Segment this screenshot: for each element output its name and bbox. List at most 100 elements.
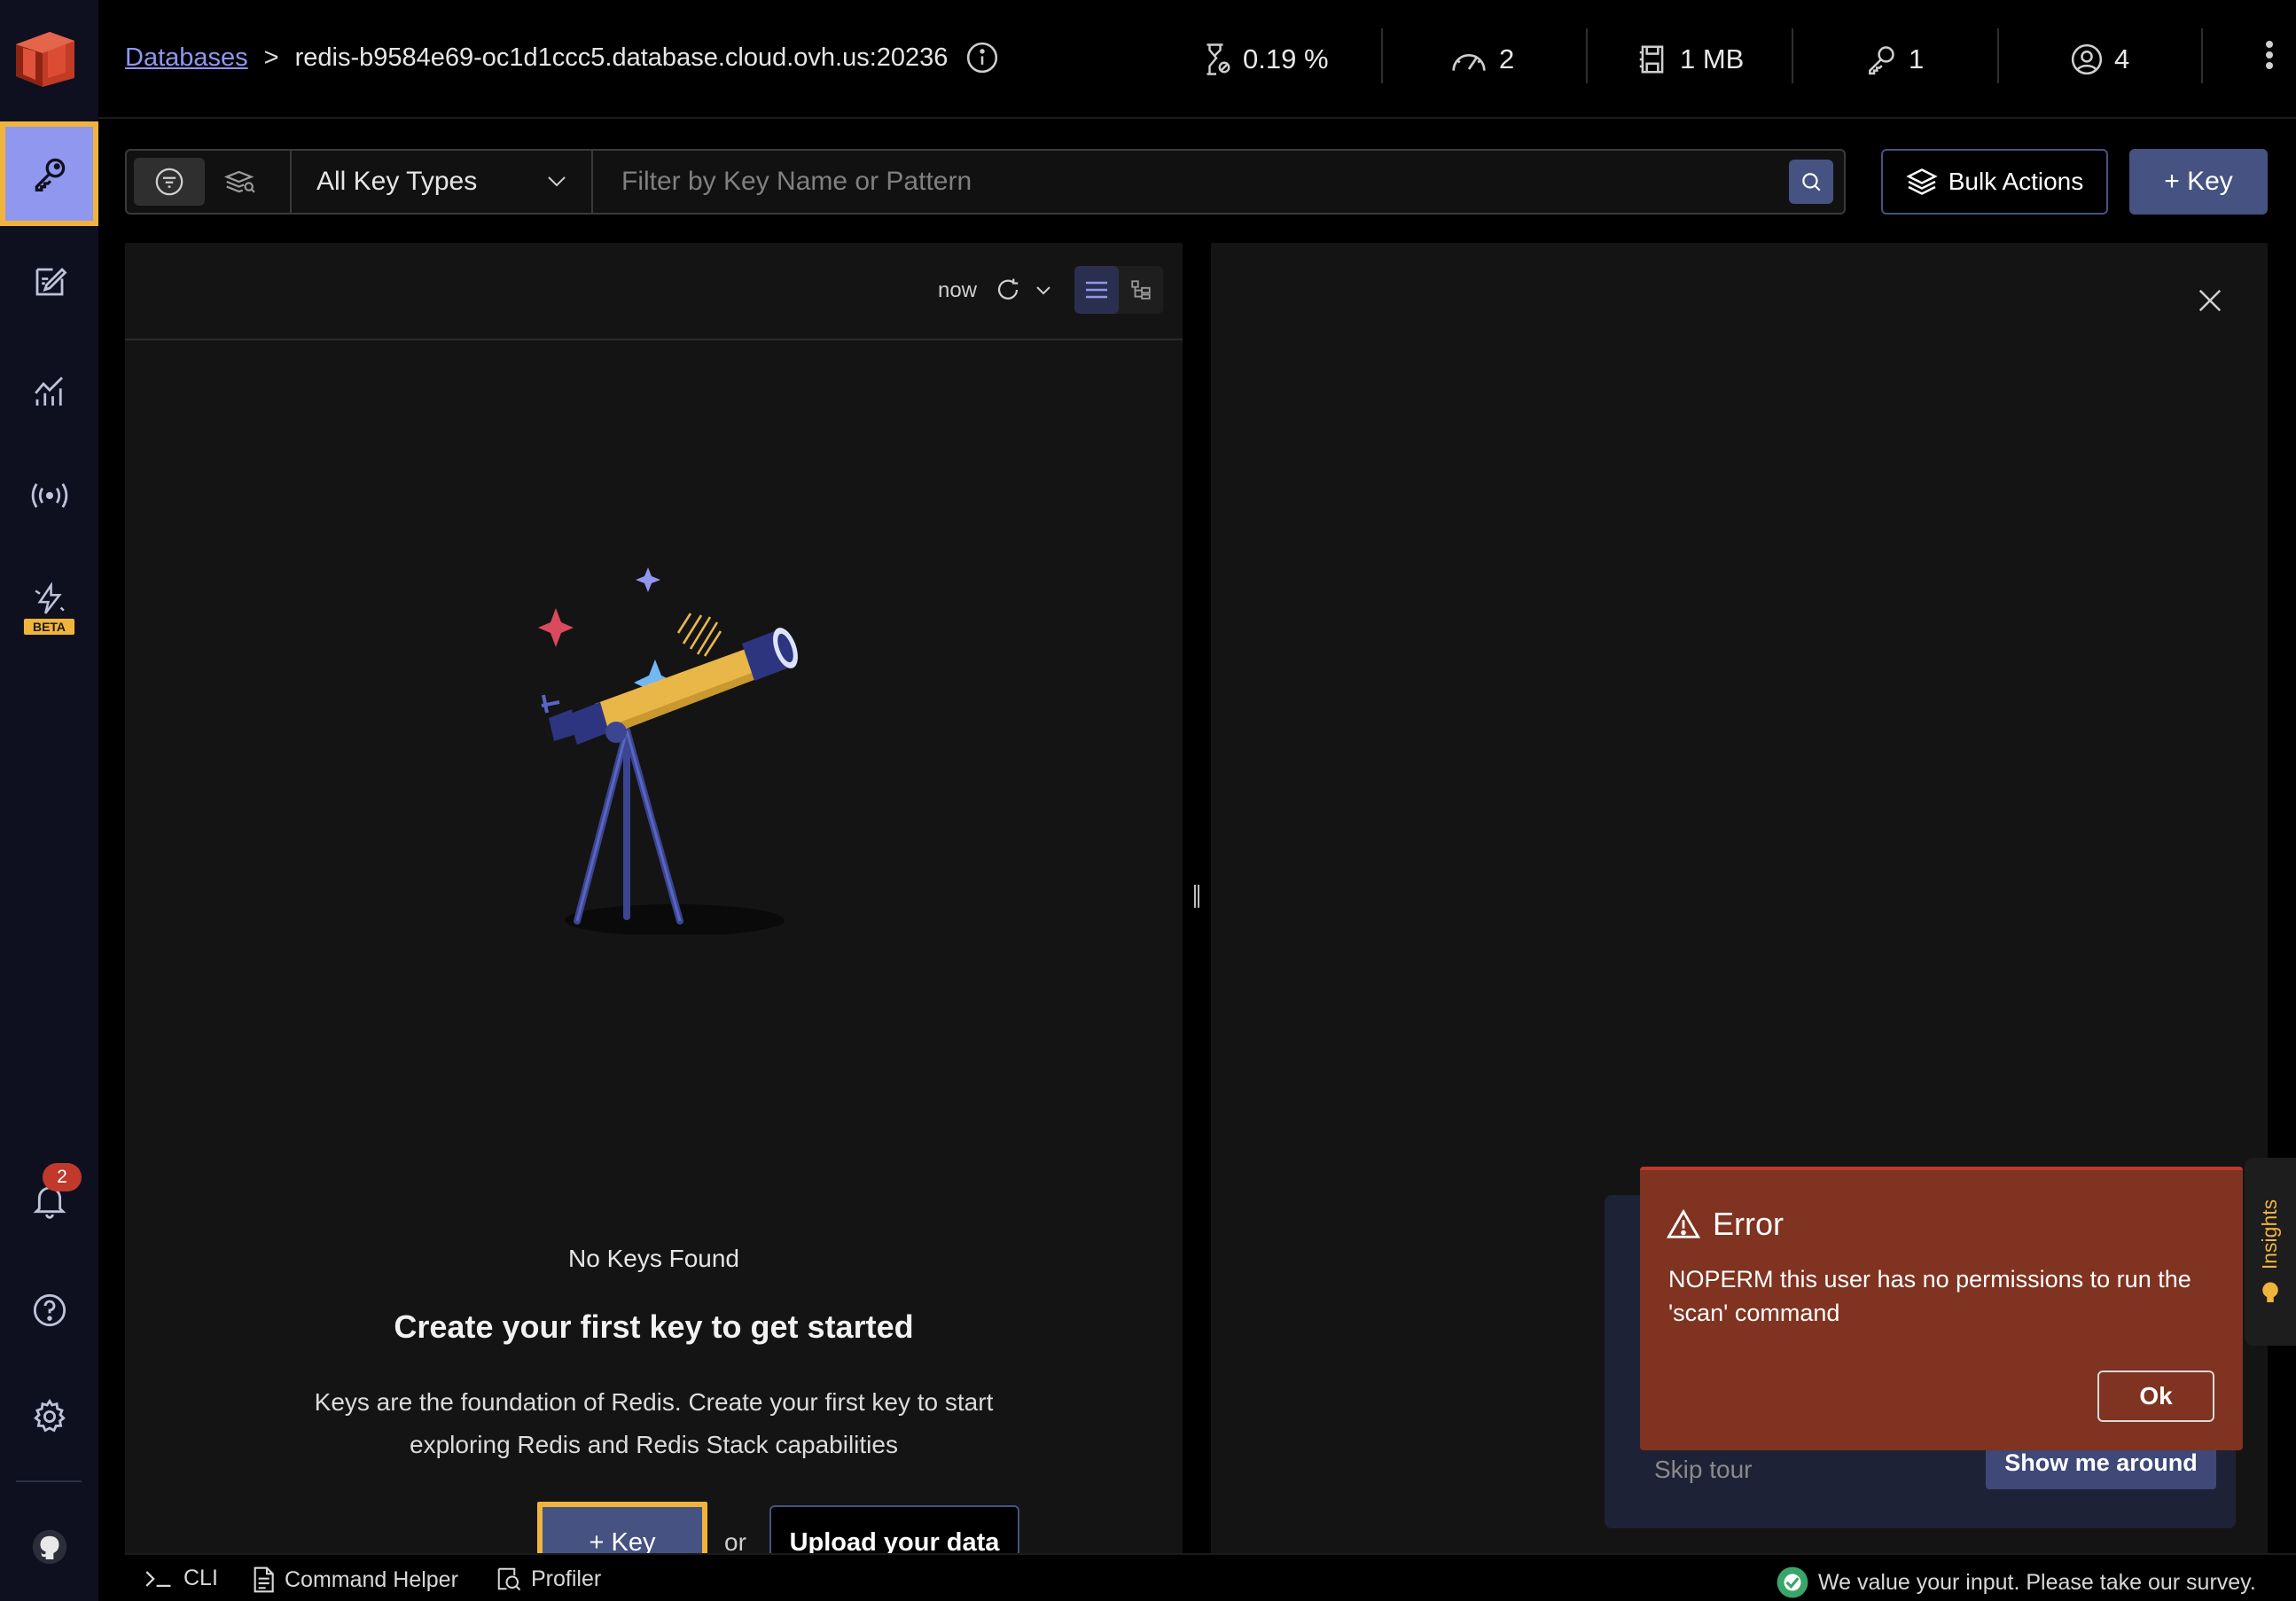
- cli-button[interactable]: CLI: [144, 1566, 218, 1591]
- beta-badge: BETA: [22, 618, 76, 636]
- telescope-illustration: [538, 567, 798, 934]
- breadcrumb-separator: >: [263, 43, 279, 72]
- add-key-button[interactable]: + Key: [2129, 149, 2268, 215]
- insights-tab[interactable]: Insights: [2245, 1158, 2296, 1346]
- sidebar-item-analysis[interactable]: [0, 338, 98, 442]
- cli-label: CLI: [184, 1566, 218, 1590]
- bulk-actions-button[interactable]: Bulk Actions: [1881, 149, 2108, 215]
- lightbulb-icon: [2262, 1282, 2278, 1302]
- breadcrumb-databases-link[interactable]: Databases: [125, 43, 248, 73]
- key-search-input[interactable]: [593, 151, 1789, 213]
- sidebar-item-triggers[interactable]: BETA: [0, 557, 98, 661]
- key-list-header: now: [125, 243, 1183, 340]
- resize-grip-icon: [1194, 885, 1199, 908]
- refresh-icon[interactable]: [995, 277, 1021, 303]
- close-icon[interactable]: [2197, 287, 2223, 314]
- terminal-icon: [145, 1570, 171, 1587]
- empty-state-heading: Create your first key to get started: [394, 1308, 914, 1345]
- bottom-bar: CLI Command Helper Profiler We value you…: [125, 1553, 2296, 1601]
- error-message: NOPERM this user has no permissions to r…: [1668, 1266, 2191, 1326]
- command-helper-button[interactable]: Command Helper: [251, 1566, 458, 1594]
- help-icon: [33, 1293, 66, 1327]
- github-icon: [32, 1529, 66, 1565]
- github-link[interactable]: [0, 1498, 98, 1596]
- layers-icon: [1906, 168, 1938, 195]
- vector-search-mode-button[interactable]: [205, 158, 276, 206]
- insights-label: Insights: [2258, 1199, 2282, 1269]
- pattern-mode-button[interactable]: [134, 158, 205, 206]
- survey-link[interactable]: We value your input. Please take our sur…: [1776, 1566, 2256, 1599]
- more-menu-icon[interactable]: [2264, 39, 2275, 71]
- layers-search-icon: [224, 170, 255, 193]
- edit-icon: [35, 268, 66, 296]
- tree-icon: [1131, 280, 1151, 300]
- help-button[interactable]: [0, 1259, 98, 1362]
- survey-label: We value your input. Please take our sur…: [1818, 1569, 2256, 1595]
- cpu-stat[interactable]: 0.19 %: [1200, 39, 1329, 80]
- info-icon[interactable]: [965, 41, 999, 74]
- broadcast-icon: [31, 483, 67, 508]
- cpu-value: 0.19 %: [1243, 43, 1329, 74]
- stat-divider: [1381, 28, 1383, 83]
- notification-count-badge: 2: [43, 1163, 82, 1191]
- ops-stat[interactable]: 2: [1449, 39, 1514, 80]
- stat-divider: [1586, 28, 1588, 83]
- database-host: redis-b9584e69-oc1d1ccc5.database.cloud.…: [294, 43, 949, 72]
- speedometer-icon: [1452, 53, 1486, 71]
- command-helper-label: Command Helper: [285, 1566, 458, 1592]
- redis-logo-icon[interactable]: [12, 28, 76, 89]
- memory-icon: [1639, 45, 1664, 74]
- clients-value: 4: [2114, 43, 2130, 74]
- list-icon: [1086, 281, 1107, 299]
- document-icon: [254, 1566, 274, 1593]
- ops-value: 2: [1499, 43, 1515, 74]
- top-bar: Databases > redis-b9584e69-oc1d1ccc5.dat…: [98, 0, 2296, 119]
- chevron-down-icon: [548, 176, 566, 187]
- warning-icon: [1667, 1208, 1700, 1238]
- auto-refresh-chevron-icon[interactable]: [1035, 285, 1051, 296]
- breadcrumb: Databases > redis-b9584e69-oc1d1ccc5.dat…: [125, 41, 999, 74]
- hourglass-icon: [1207, 43, 1230, 75]
- skip-tour-button[interactable]: Skip tour: [1654, 1456, 1753, 1484]
- view-toggle: [1074, 266, 1163, 314]
- list-view-button[interactable]: [1074, 266, 1119, 314]
- search-button[interactable]: [1789, 160, 1833, 204]
- stat-divider: [1792, 28, 1793, 83]
- clients-stat[interactable]: 4: [2070, 39, 2129, 80]
- tree-view-button[interactable]: [1119, 266, 1163, 314]
- search-mode-toggle: [127, 151, 292, 213]
- bulk-actions-label: Bulk Actions: [1948, 168, 2084, 195]
- chart-icon: [34, 377, 63, 406]
- empty-state-description: Keys are the foundation of Redis. Create…: [314, 1388, 994, 1458]
- key-type-value: All Key Types: [316, 167, 478, 196]
- memory-value: 1 MB: [1680, 43, 1745, 74]
- search-icon: [1802, 173, 1821, 191]
- sidebar-item-pubsub[interactable]: [0, 443, 98, 548]
- gear-icon: [33, 1398, 66, 1433]
- no-keys-title: No Keys Found: [568, 1245, 739, 1272]
- last-refresh-label: now: [937, 278, 977, 302]
- keys-value: 1: [1909, 43, 1925, 74]
- profiler-button[interactable]: Profiler: [496, 1566, 601, 1592]
- key-list-panel: now No Keys Found Create your first key …: [125, 243, 1183, 1583]
- profiler-icon: [497, 1567, 521, 1591]
- sidebar-item-browser[interactable]: [0, 121, 98, 226]
- error-toast: Error NOPERM this user has no permission…: [1640, 1167, 2243, 1450]
- key-type-select[interactable]: All Key Types: [292, 151, 593, 213]
- panel-resize-handle[interactable]: [1183, 243, 1211, 1553]
- settings-button[interactable]: [0, 1365, 98, 1468]
- sidebar-divider: [16, 1480, 82, 1482]
- keys-stat[interactable]: 1: [1864, 39, 1924, 80]
- error-ok-button[interactable]: Ok: [2097, 1371, 2214, 1422]
- memory-stat[interactable]: 1 MB: [1636, 39, 1744, 80]
- key-icon: [35, 158, 65, 191]
- key-icon: [1869, 46, 1894, 75]
- sidebar-item-workbench[interactable]: [0, 230, 98, 334]
- stat-divider: [1997, 28, 1999, 83]
- profiler-label: Profiler: [531, 1566, 602, 1591]
- bolt-icon: [34, 582, 65, 614]
- key-filter-bar: All Key Types: [125, 149, 1846, 215]
- stat-divider: [2201, 28, 2203, 83]
- survey-icon: [1777, 1566, 1808, 1598]
- user-circle-icon: [2071, 43, 2103, 75]
